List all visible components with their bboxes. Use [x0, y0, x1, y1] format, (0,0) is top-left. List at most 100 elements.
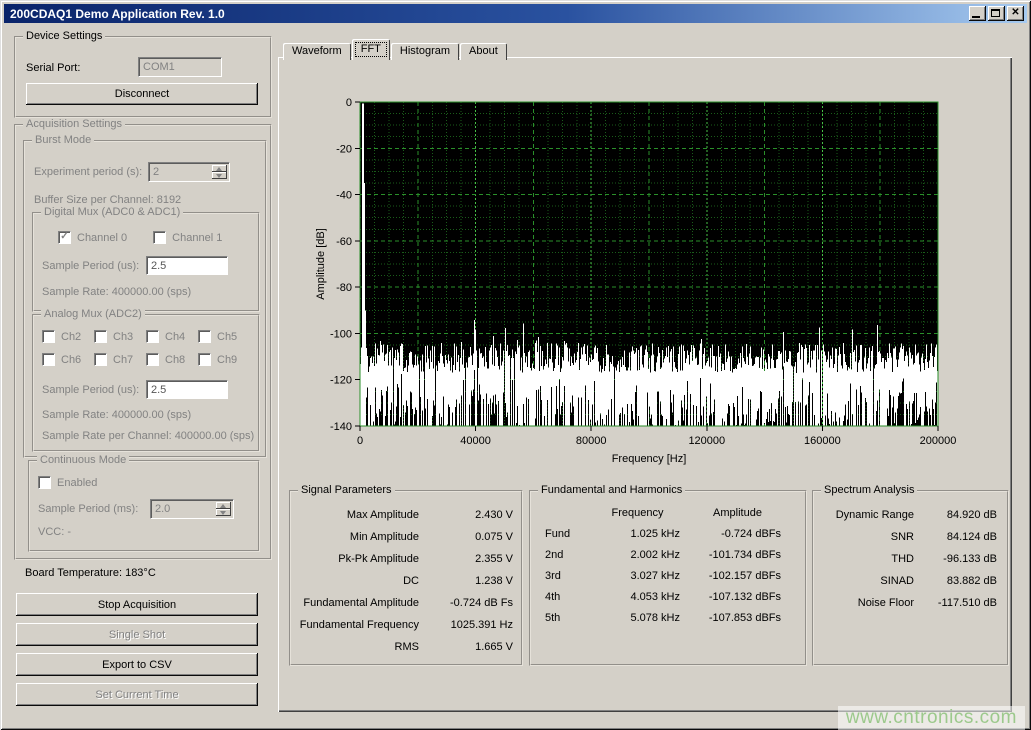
param-value: 2.355 V [419, 553, 521, 565]
checkbox-label: Ch7 [113, 354, 133, 366]
burst-mode-legend: Burst Mode [32, 134, 94, 147]
tab-histogram[interactable]: Histogram [391, 43, 459, 60]
checkbox-label: Ch3 [113, 331, 133, 343]
y-tick-label: -20 [336, 143, 352, 155]
digital-sample-period-input: 2.5 [146, 256, 228, 275]
harmonic-frequency: 1.025 kHz [595, 528, 680, 540]
continuous-mode-group: Continuous Mode Enabled Sample Period (m… [28, 460, 260, 552]
tab-fft[interactable]: FFT [352, 39, 390, 60]
minimize-button[interactable] [969, 6, 986, 21]
spectrum-analysis-rows: Dynamic Range84.920 dBSNR84.124 dBTHD-96… [814, 492, 1007, 614]
checkbox-channel-1: Channel 1 [153, 231, 222, 244]
param-row: THD-96.133 dB [814, 548, 1007, 570]
param-value: 1.665 V [419, 641, 521, 653]
harmonic-row: 2nd2.002 kHz-101.734 dBFs [531, 544, 805, 565]
y-tick-label: -40 [336, 190, 352, 202]
harmonic-order: Fund [531, 528, 595, 540]
spectrum-analysis-group: Spectrum Analysis Dynamic Range84.920 dB… [812, 490, 1009, 666]
analog-sample-rate-text: Sample Rate: 400000.00 (sps) [42, 409, 191, 421]
set-current-time-button: Set Current Time [16, 683, 258, 706]
harmonic-frequency: 3.027 kHz [595, 570, 680, 582]
x-tick-label: 80000 [576, 435, 607, 447]
export-to-csv-button[interactable]: Export to CSV [16, 653, 258, 676]
param-label: SNR [814, 531, 914, 543]
param-value: 2.430 V [419, 509, 521, 521]
close-icon: ✕ [1007, 6, 1024, 21]
continuous-enabled-checkbox: Enabled [38, 476, 97, 489]
x-tick-label: 120000 [688, 435, 725, 447]
checkbox-label: Channel 1 [172, 232, 222, 244]
continuous-sample-period-input: 2.0 [150, 499, 234, 519]
y-tick-label: 0 [346, 97, 352, 109]
checkbox-icon [94, 353, 107, 366]
harmonic-order: 5th [531, 612, 595, 624]
param-label: THD [814, 553, 914, 565]
harmonics-frequency-header: Frequency [595, 507, 680, 519]
harmonic-amplitude: -102.157 dBFs [680, 570, 805, 582]
serial-port-label: Serial Port: [26, 62, 80, 74]
tab-about[interactable]: About [460, 43, 507, 60]
y-tick-label: -80 [336, 282, 352, 294]
checkbox-ch9: Ch9 [198, 353, 250, 366]
param-label: RMS [291, 641, 419, 653]
device-settings-legend: Device Settings [23, 30, 105, 43]
param-row: Noise Floor-117.510 dB [814, 592, 1007, 614]
signal-parameters-group: Signal Parameters Max Amplitude2.430 VMi… [289, 490, 523, 666]
disconnect-button[interactable]: Disconnect [26, 83, 258, 105]
checkbox-ch5: Ch5 [198, 330, 250, 343]
harmonics-amplitude-header: Amplitude [680, 507, 805, 519]
window-title: 200CDAQ1 Demo Application Rev. 1.0 [7, 7, 967, 21]
title-bar[interactable]: 200CDAQ1 Demo Application Rev. 1.0 ✕ [4, 4, 1027, 23]
param-label: Noise Floor [814, 597, 914, 609]
param-value: -117.510 dB [914, 597, 1007, 609]
checkbox-label: Ch9 [217, 354, 237, 366]
stop-acquisition-button[interactable]: Stop Acquisition [16, 593, 258, 616]
continuous-period-stepper [216, 502, 231, 516]
checkbox-icon [42, 330, 55, 343]
checkbox-icon: ✓ [58, 231, 71, 244]
analog-mux-legend: Analog Mux (ADC2) [41, 308, 145, 321]
param-row: SINAD83.882 dB [814, 570, 1007, 592]
maximize-button[interactable] [988, 6, 1005, 21]
tab-waveform[interactable]: Waveform [283, 43, 351, 60]
digital-sample-rate-text: Sample Rate: 400000.00 (sps) [42, 286, 191, 298]
checkbox-label: Ch4 [165, 331, 185, 343]
y-tick-label: -60 [336, 236, 352, 248]
spin-down-icon [216, 509, 231, 516]
experiment-period-stepper [212, 165, 227, 179]
harmonic-row: 5th5.078 kHz-107.853 dBFs [531, 607, 805, 628]
buffer-size-text: Buffer Size per Channel: 8192 [34, 194, 181, 206]
analog-sample-period-label: Sample Period (us): [42, 384, 139, 396]
param-value: 1.238 V [419, 575, 521, 587]
acquisition-settings-legend: Acquisition Settings [23, 118, 125, 131]
watermark: www.cntronics.com [838, 706, 1025, 730]
y-tick-label: -140 [330, 421, 352, 433]
harmonic-frequency: 4.053 kHz [595, 591, 680, 603]
x-tick-label: 40000 [460, 435, 491, 447]
y-tick-label: -100 [330, 328, 352, 340]
harmonic-row: Fund1.025 kHz-0.724 dBFs [531, 523, 805, 544]
checkbox-ch7: Ch7 [94, 353, 146, 366]
harmonic-amplitude: -107.132 dBFs [680, 591, 805, 603]
harmonic-order: 3rd [531, 570, 595, 582]
burst-mode-group: Burst Mode Experiment period (s): 2 Buff… [23, 140, 267, 458]
param-value: 1025.391 Hz [419, 619, 521, 631]
acquisition-settings-group: Acquisition Settings Burst Mode Experime… [14, 124, 272, 560]
param-label: Pk-Pk Amplitude [291, 553, 419, 565]
vcc-text: VCC: - [38, 526, 71, 538]
param-label: Dynamic Range [814, 509, 914, 521]
x-tick-label: 0 [357, 435, 363, 447]
param-value: 84.124 dB [914, 531, 1007, 543]
harmonic-order: 2nd [531, 549, 595, 561]
checkbox-ch4: Ch4 [146, 330, 198, 343]
experiment-period-input: 2 [148, 162, 230, 182]
param-value: -0.724 dB Fs [419, 597, 521, 609]
x-tick-label: 160000 [804, 435, 841, 447]
close-button[interactable]: ✕ [1007, 6, 1024, 21]
param-label: Fundamental Frequency [291, 619, 419, 631]
continuous-mode-legend: Continuous Mode [37, 454, 129, 467]
param-row: Min Amplitude0.075 V [291, 526, 521, 548]
fft-chart: 0-20-40-60-80-100-120-140040000800001200… [312, 96, 972, 468]
param-label: SINAD [814, 575, 914, 587]
checkbox-label: Ch8 [165, 354, 185, 366]
